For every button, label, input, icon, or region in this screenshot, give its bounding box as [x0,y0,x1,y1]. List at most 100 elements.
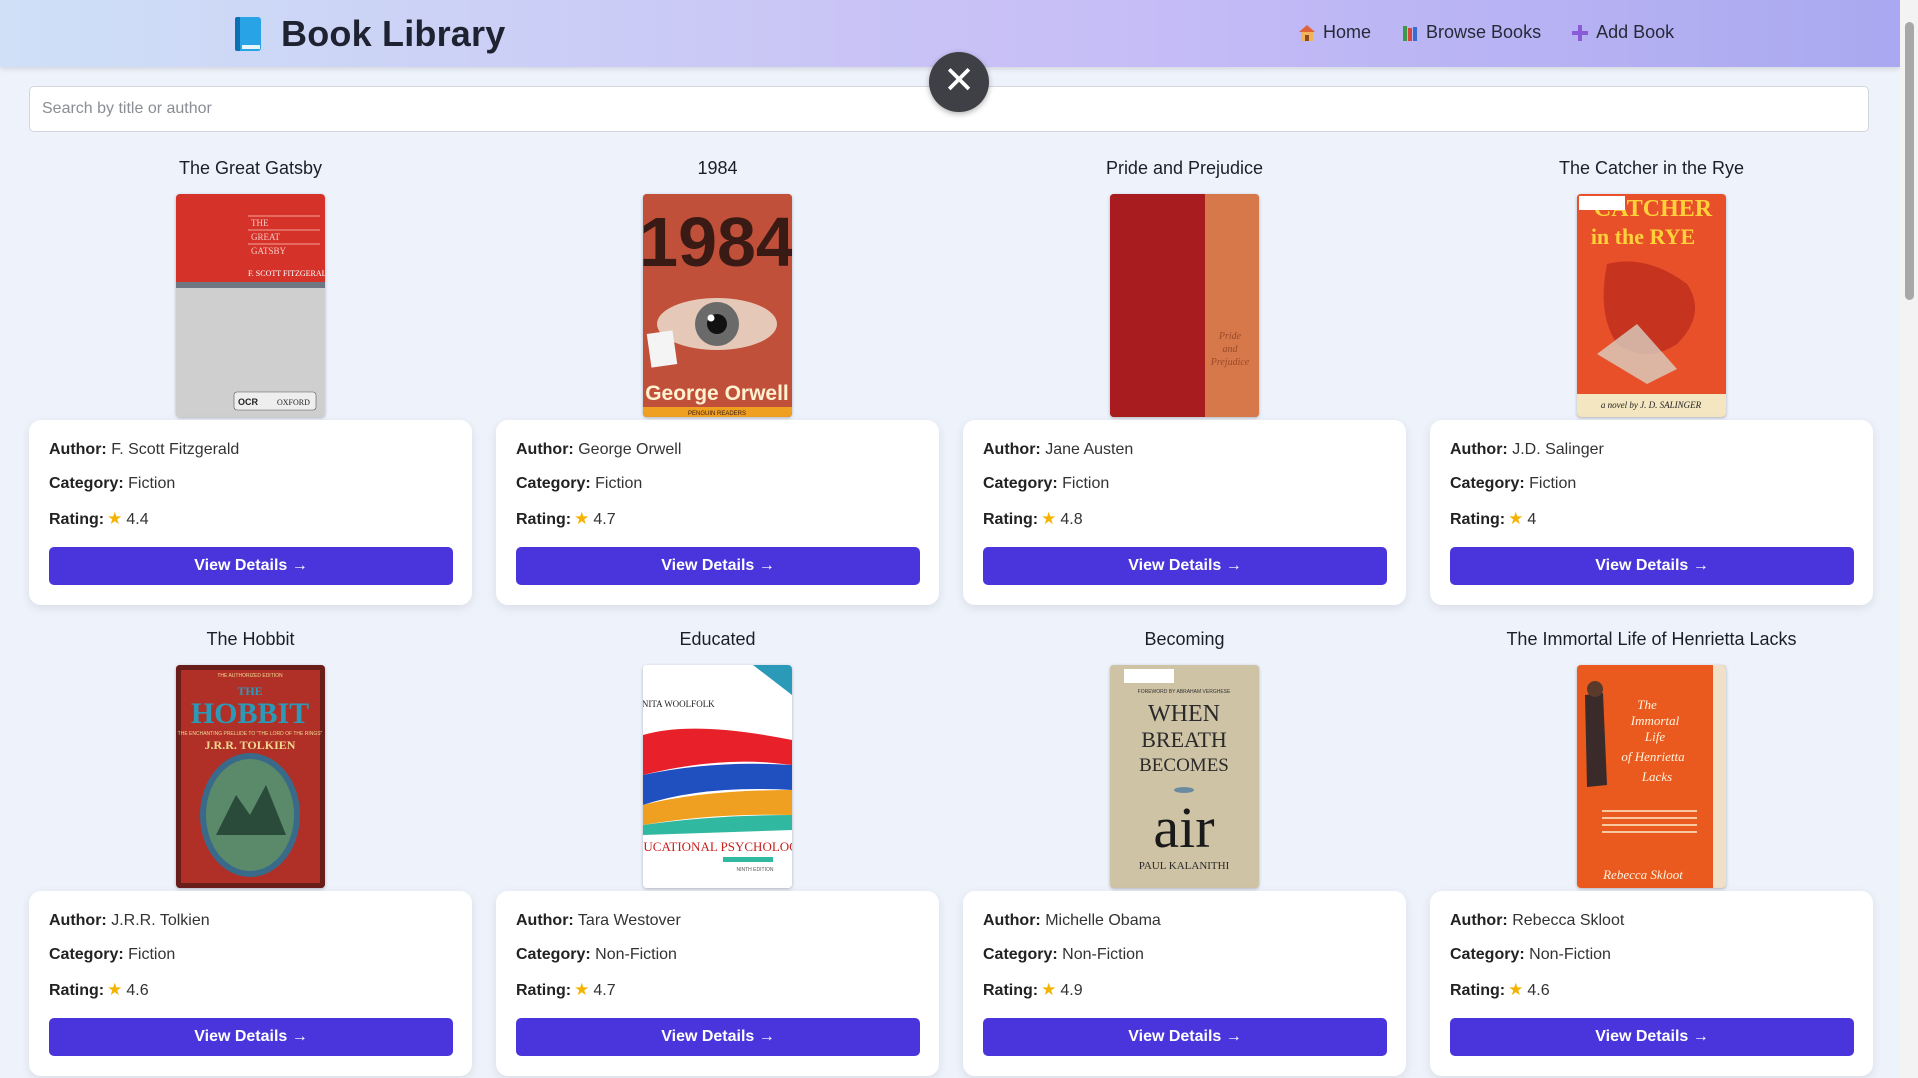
nav-add-book[interactable]: Add Book [1571,22,1674,43]
view-details-button[interactable]: View Details → [983,1018,1387,1056]
cover-text: GREAT [251,232,281,242]
cover-text: Lacks [1641,769,1672,784]
category-value: Fiction [128,475,176,492]
book-cover[interactable]: Pride and Prejudice [1110,194,1259,417]
rating-label: Rating: [1450,511,1506,528]
category-row: Category: Fiction [983,475,1109,493]
author-value: George Orwell [578,441,682,458]
cover-text: George Orwell [645,382,789,405]
view-details-button[interactable]: View Details → [516,547,920,585]
star-icon: ★ [574,509,590,528]
author-row: Author: J.D. Salinger [1450,441,1604,459]
book-title: Becoming [1144,629,1225,649]
info-card: Author: Rebecca Skloot Category: Non-Fic… [1430,891,1873,1076]
rating-row: Rating: ★ 4.9 [983,980,1083,1000]
book-title: Educated [679,629,756,649]
book-cover[interactable]: 1984 George Orwell PENGUIN READERS [643,194,792,417]
info-card: Author: Jane Austen Category: Fiction Ra… [963,420,1406,605]
rating-value: 4.6 [126,982,149,999]
rating-value: 4.9 [1060,982,1083,999]
author-label: Author: [983,441,1041,458]
cover-text: HOBBIT [191,697,309,730]
cover-text: WHEN [1148,701,1220,727]
category-value: Non-Fiction [1062,946,1144,963]
category-value: Fiction [595,475,643,492]
book-title: Pride and Prejudice [1105,158,1264,178]
nav-add-book-label: Add Book [1596,22,1675,42]
author-row: Author: George Orwell [516,441,681,459]
cover-text: THE [251,218,269,228]
info-card: Author: Tara Westover Category: Non-Fict… [496,891,939,1076]
cover-text: and [1223,344,1239,355]
rating-value: 4.4 [126,511,149,528]
category-label: Category: [1450,946,1525,963]
category-row: Category: Non-Fiction [516,946,677,964]
view-details-button[interactable]: View Details → [49,1018,453,1056]
rating-row: Rating: ★ 4.7 [516,980,616,1000]
cover-text: THE AUTHORIZED EDITION [217,673,283,679]
cover-text: PENGUIN READERS [688,411,746,417]
rating-row: Rating: ★ 4 [1450,509,1536,529]
nav-browse-books[interactable]: Browse Books [1401,22,1541,43]
vertical-scrollbar[interactable] [1900,0,1918,1078]
author-value: F. Scott Fitzgerald [111,441,240,458]
book-cover[interactable]: FOREWORD BY ABRAHAM VERGHESE WHEN BREATH… [1110,665,1259,888]
rating-label: Rating: [1450,982,1506,999]
plus-icon [1572,24,1589,41]
close-button[interactable]: ✕ [929,52,989,112]
view-details-button[interactable]: View Details → [983,547,1387,585]
cover-text: J.R.R. TOLKIEN [205,738,296,752]
star-icon: ★ [1041,980,1057,999]
category-label: Category: [516,475,591,492]
author-value: J.D. Salinger [1512,441,1604,458]
author-label: Author: [1450,441,1508,458]
category-row: Category: Fiction [49,946,175,964]
view-details-button[interactable]: View Details → [49,547,453,585]
author-label: Author: [983,912,1041,929]
cover-text: NINTH EDITION [737,867,774,873]
cover-text: Pride [1218,331,1242,342]
rating-row: Rating: ★ 4.4 [49,509,149,529]
category-row: Category: Non-Fiction [983,946,1144,964]
rating-row: Rating: ★ 4.6 [49,980,149,1000]
author-row: Author: F. Scott Fitzgerald [49,441,239,459]
info-card: Author: F. Scott Fitzgerald Category: Fi… [29,420,472,605]
author-value: Michelle Obama [1045,912,1161,929]
author-label: Author: [516,912,574,929]
book-title: The Catcher in the Rye [1558,158,1745,178]
category-value: Fiction [128,946,176,963]
scrollbar-thumb[interactable] [1905,22,1914,300]
author-label: Author: [1450,912,1508,929]
cover-text: Life [1644,729,1665,744]
book-cover[interactable]: CATCHER in the RYE a novel by J. D. SALI… [1577,194,1726,417]
category-value: Fiction [1529,475,1577,492]
rating-value: 4.6 [1527,982,1550,999]
cover-text: PAUL KALANITHI [1139,860,1230,872]
house-icon [1299,24,1315,41]
book-cover[interactable]: ANITA WOOLFOLK EDUCATIONAL PSYCHOLOGY NI… [643,665,792,888]
author-row: Author: Jane Austen [983,441,1133,459]
view-details-button[interactable]: View Details → [1450,1018,1854,1056]
view-details-button[interactable]: View Details → [1450,547,1854,585]
category-value: Non-Fiction [1529,946,1611,963]
category-row: Category: Fiction [49,475,175,493]
rating-row: Rating: ★ 4.8 [983,509,1083,529]
nav-home[interactable]: Home [1298,22,1371,43]
rating-label: Rating: [983,511,1039,528]
book-cover[interactable]: THE AUTHORIZED EDITION THE HOBBIT THE EN… [176,665,325,888]
rating-row: Rating: ★ 4.6 [1450,980,1550,1000]
author-row: Author: Michelle Obama [983,912,1161,930]
book-cover[interactable]: THE GREAT GATSBY F. SCOTT FITZGERALD OCR… [176,194,325,417]
cover-text: BECOMES [1139,755,1229,776]
blue-book-icon [235,17,261,51]
category-label: Category: [983,475,1058,492]
brand[interactable]: Book Library [235,12,505,56]
category-row: Category: Non-Fiction [1450,946,1611,964]
view-details-button[interactable]: View Details → [516,1018,920,1056]
book-cover[interactable]: The Immortal Life of Henrietta Lacks Reb… [1577,665,1726,888]
rating-label: Rating: [49,511,105,528]
category-value: Non-Fiction [595,946,677,963]
book-title: The Great Gatsby [178,158,323,178]
category-label: Category: [516,946,591,963]
nav-home-label: Home [1323,22,1372,42]
